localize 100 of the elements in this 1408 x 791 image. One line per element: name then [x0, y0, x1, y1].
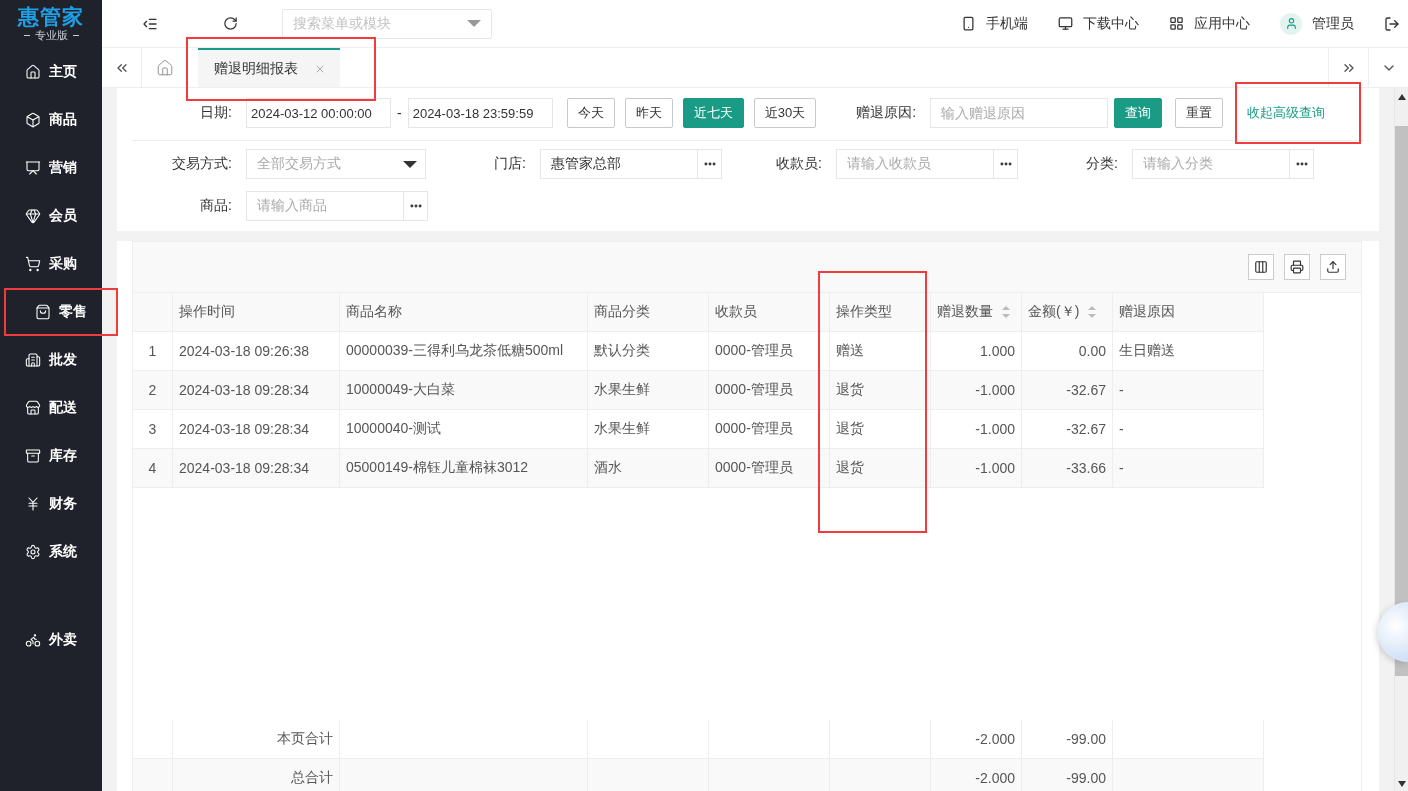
range-button[interactable]: 近30天 [753, 98, 817, 128]
bag-icon [35, 304, 51, 320]
field-label: 收款员: [775, 155, 823, 173]
table-cell: -99.00 [1022, 759, 1113, 791]
table-cell: -32.67 [1022, 371, 1113, 410]
table-cell: 水果生鲜 [588, 371, 709, 410]
header-link[interactable]: 应用中心 [1169, 14, 1250, 33]
apps-icon [1169, 16, 1184, 31]
store-icon [25, 400, 41, 416]
table-cell: 0.00 [1022, 332, 1113, 371]
reset-button[interactable]: 重置 [1175, 98, 1224, 128]
table-cell: 默认分类 [588, 332, 709, 371]
sidebar-item[interactable]: 营销 [0, 144, 102, 192]
table-cell: 赠送 [830, 332, 931, 371]
column-header[interactable]: 赠退数量 [931, 293, 1022, 332]
date-input[interactable]: 2024-03-12 00:00:00 [246, 98, 391, 128]
columns-button[interactable] [1248, 254, 1274, 280]
table-cell: 10000040-测试 [340, 410, 588, 449]
print-button[interactable] [1284, 254, 1310, 280]
sidebar-item[interactable]: 零售 [4, 288, 118, 336]
brand-name: 惠管家 [18, 6, 84, 28]
table-cell: -2.000 [931, 759, 1022, 791]
assistant-mascot-drawing[interactable] [1378, 602, 1408, 662]
user-menu[interactable]: 管理员 [1280, 12, 1354, 35]
column-header: 操作时间 [173, 293, 340, 332]
table-cell: 退货 [830, 449, 931, 488]
table-cell: 生日赠送 [1113, 332, 1264, 371]
row-number: 3 [133, 410, 173, 449]
sort-icon[interactable] [1001, 305, 1011, 319]
sidebar-item[interactable]: 主页 [0, 48, 102, 96]
field-placeholder: 请输入收款员 [846, 155, 932, 173]
field-label: 交易方式: [171, 155, 233, 173]
diamond-icon [25, 208, 41, 224]
building-icon [25, 352, 41, 368]
table-cell: -1.000 [931, 410, 1022, 449]
sidebar-item[interactable]: 系统 [0, 528, 102, 576]
sidebar-item[interactable]: 财务 [0, 480, 102, 528]
phone-icon [961, 16, 976, 31]
field-value: 惠管家总部 [550, 155, 622, 173]
table-cell: 退货 [830, 371, 931, 410]
column-header: 商品分类 [588, 293, 709, 332]
tab[interactable]: 赠退明细报表 [198, 48, 340, 87]
row-number: 1 [133, 332, 173, 371]
export-button[interactable] [1320, 254, 1346, 280]
home-icon [25, 64, 41, 80]
field-label: 分类: [1085, 155, 1119, 173]
table-cell: 2024-03-18 09:28:34 [173, 449, 340, 488]
monitor-icon [1058, 16, 1073, 31]
table-cell: 00000039-三得利乌龙茶低糖500ml [340, 332, 588, 371]
table-cell: -99.00 [1022, 720, 1113, 759]
table-cell: -1.000 [931, 449, 1022, 488]
field-label: 赠退原因: [855, 104, 918, 122]
column-header[interactable]: 金额(￥) [1022, 293, 1113, 332]
sidebar-item[interactable]: 采购 [0, 240, 102, 288]
field-label: 日期: [199, 104, 233, 122]
scroll-down-icon[interactable] [1397, 781, 1406, 787]
sidebar-item[interactable]: 会员 [0, 192, 102, 240]
box-icon [25, 112, 41, 128]
scroll-up-icon[interactable] [1397, 94, 1406, 100]
table-cell: 0000-管理员 [709, 449, 830, 488]
date-separator: - [397, 105, 402, 121]
sidebar-item[interactable]: 批发 [0, 336, 102, 384]
yen-icon [25, 496, 41, 512]
scooter-icon [25, 632, 41, 648]
column-header: 商品名称 [340, 293, 588, 332]
columns-icon [1254, 260, 1268, 274]
table-cell: 05000149-棉钰儿童棉袜3012 [340, 449, 588, 488]
table-cell: 2024-03-18 09:26:38 [173, 332, 340, 371]
header-link[interactable]: 手机端 [961, 14, 1028, 33]
table-cell: - [1113, 410, 1264, 449]
table-cell: -33.66 [1022, 449, 1113, 488]
sidebar-item[interactable]: 外卖 [0, 616, 102, 664]
row-number: 4 [133, 449, 173, 488]
home-icon [156, 58, 174, 77]
collapse-link[interactable]: 收起高级查询 [1237, 84, 1360, 142]
logout-icon[interactable] [1384, 15, 1400, 32]
table-cell: - [1113, 449, 1264, 488]
table-cell: 酒水 [588, 449, 709, 488]
table-cell: -32.67 [1022, 410, 1113, 449]
export-icon [1326, 260, 1340, 274]
search-placeholder: 搜索菜单或模块 [293, 14, 391, 33]
total-label: 总合计 [173, 759, 340, 791]
date-input[interactable]: 2024-03-18 23:59:59 [407, 98, 553, 128]
sidebar-item[interactable]: 配送 [0, 384, 102, 432]
table-cell: -1.000 [931, 371, 1022, 410]
sidebar-item[interactable]: 商品 [0, 96, 102, 144]
range-button[interactable]: 今天 [566, 98, 615, 128]
range-button[interactable]: 昨天 [624, 98, 673, 128]
input-field[interactable]: 惠管家总部 [540, 149, 722, 179]
print-icon [1290, 260, 1304, 274]
table-cell: - [1113, 371, 1264, 410]
column-header: 收款员 [709, 293, 830, 332]
brand-edition: 专业版 [34, 28, 68, 42]
sort-icon[interactable] [1087, 305, 1098, 319]
field-label: 商品: [199, 197, 233, 215]
sidebar-item[interactable]: 库存 [0, 432, 102, 480]
table-cell: 10000049-大白菜 [340, 371, 588, 410]
input-field[interactable]: 输入赠退原因 [930, 98, 1109, 128]
header-link[interactable]: 下载中心 [1058, 14, 1139, 33]
table-cell: -2.000 [931, 720, 1022, 759]
